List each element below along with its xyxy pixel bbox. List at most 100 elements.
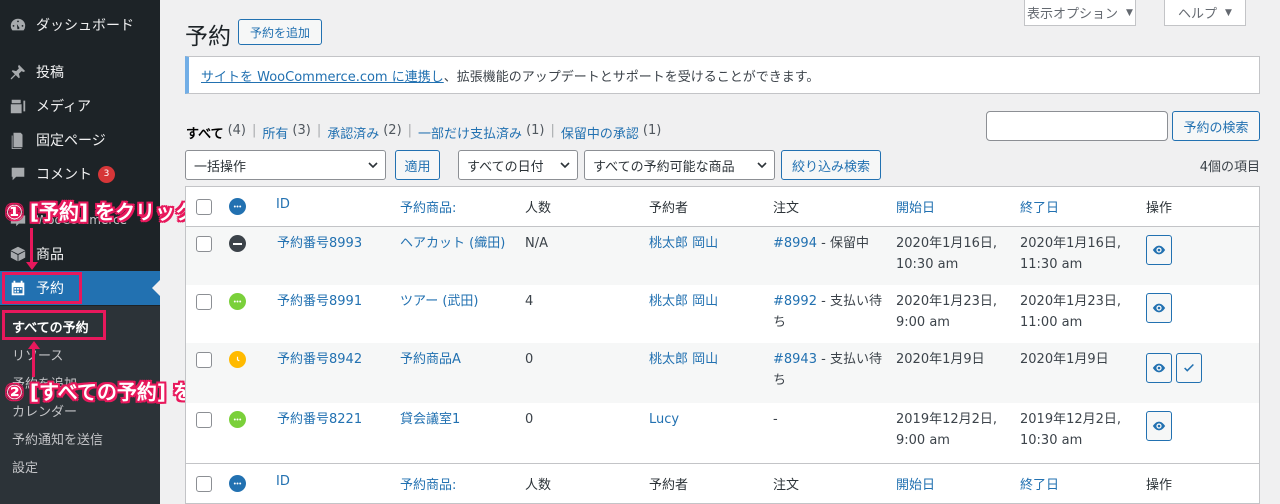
column-start-date[interactable]: 開始日	[896, 197, 935, 216]
order-link[interactable]: #8994	[773, 236, 817, 251]
eye-icon	[1152, 303, 1166, 313]
order-status: - 支払い待	[816, 352, 882, 367]
view-booking-button[interactable]	[1146, 353, 1172, 383]
booking-start: 2019年12月2日, 9:00 am	[896, 409, 997, 451]
status-header-icon	[229, 198, 246, 215]
booking-persons: 0	[525, 412, 534, 427]
menu-posts[interactable]: 投稿	[0, 55, 160, 89]
media-icon	[0, 97, 36, 115]
view-booking-button[interactable]	[1146, 411, 1172, 441]
booking-product-link[interactable]: ツアー (武田)	[400, 291, 479, 312]
help-tab[interactable]: ヘルプ ▼	[1164, 0, 1246, 26]
select-all-checkbox[interactable]	[196, 199, 212, 215]
table-header-row: ID 予約商品: 人数 予約者 注文 開始日 終了日 操作	[186, 187, 1259, 227]
row-checkbox[interactable]	[196, 236, 212, 252]
column-end-date[interactable]: 終了日	[1020, 474, 1059, 493]
booking-booker-link[interactable]: 桃太郎 岡山	[649, 349, 718, 370]
eye-icon	[1152, 245, 1166, 255]
chevron-down-icon	[368, 162, 378, 169]
column-persons: 人数	[525, 478, 552, 493]
status-views: すべて (4) | 所有 (3) | 承認済み (2) | 一部だけ支払済み (…	[186, 123, 662, 142]
view-owned[interactable]: 所有	[262, 123, 288, 142]
column-id[interactable]: ID	[276, 474, 290, 489]
column-actions: 操作	[1146, 478, 1173, 493]
menu-pages-label: 固定ページ	[36, 133, 106, 149]
checkmark-icon	[1184, 363, 1194, 372]
notice-text: 、拡張機能のアップデートとサポートを受けることができます。	[443, 69, 820, 85]
status-pending-icon	[229, 235, 246, 252]
caret-down-icon: ▼	[1225, 7, 1232, 18]
booking-id-link[interactable]: 予約番号8993	[277, 233, 362, 254]
booking-product-link[interactable]: 貸会議室1	[400, 409, 460, 430]
page-icon	[0, 131, 36, 149]
product-filter-select[interactable]: すべての予約可能な商品	[584, 150, 775, 180]
start-date: 2019年12月2日,	[896, 412, 998, 427]
view-partially-paid[interactable]: 一部だけ支払済み	[418, 123, 522, 142]
end-date: 2020年1月16日,	[1020, 236, 1122, 251]
bulk-action-select[interactable]: 一括操作	[185, 150, 386, 180]
view-all[interactable]: すべて	[186, 123, 224, 142]
menu-products[interactable]: 商品	[0, 237, 160, 271]
row-checkbox[interactable]	[196, 294, 212, 310]
end-time: 11:00 am	[1020, 315, 1083, 330]
select-all-checkbox-footer[interactable]	[196, 476, 212, 492]
booking-id-link[interactable]: 予約番号8221	[277, 409, 362, 430]
booking-product-link[interactable]: 予約商品A	[400, 349, 461, 370]
filter-button[interactable]: 絞り込み検索	[781, 150, 881, 180]
booking-booker-link[interactable]: 桃太郎 岡山	[649, 291, 718, 312]
menu-pages[interactable]: 固定ページ	[0, 123, 160, 157]
screen-options-tab[interactable]: 表示オプション ▼	[1024, 0, 1136, 26]
booking-id-link[interactable]: 予約番号8991	[277, 291, 362, 312]
end-date: 2020年1月23日,	[1020, 294, 1122, 309]
comment-count-badge: 3	[98, 165, 115, 183]
booking-booker-link[interactable]: 桃太郎 岡山	[649, 233, 718, 254]
booking-product-link[interactable]: ヘアカット (織田)	[400, 233, 505, 254]
column-actions: 操作	[1146, 201, 1173, 216]
submenu-settings[interactable]: 設定	[12, 452, 38, 480]
screen-options-label: 表示オプション	[1027, 7, 1119, 22]
caret-down-icon: ▼	[1126, 7, 1133, 18]
add-booking-button[interactable]: 予約を追加	[238, 19, 322, 45]
booking-end: 2019年12月2日, 10:30 am	[1020, 409, 1121, 451]
end-time: 11:30 am	[1020, 257, 1083, 272]
order-link[interactable]: #8943	[773, 352, 817, 367]
row-checkbox[interactable]	[196, 352, 212, 368]
booking-booker-link[interactable]: Lucy	[649, 409, 679, 430]
menu-dashboard[interactable]: ダッシュボード	[0, 8, 160, 42]
bookings-table: ID 予約商品: 人数 予約者 注文 開始日 終了日 操作 予約番号8993 ヘ…	[185, 186, 1260, 504]
start-time: 10:30 am	[896, 257, 959, 272]
dashboard-icon	[0, 16, 36, 34]
search-bookings-button[interactable]: 予約の検索	[1172, 111, 1260, 141]
annotation-arrow-2	[27, 341, 40, 349]
column-product[interactable]: 予約商品:	[400, 197, 456, 216]
view-pending[interactable]: 保留中の承認	[561, 123, 639, 142]
start-time: 9:00 am	[896, 433, 950, 448]
row-checkbox[interactable]	[196, 412, 212, 428]
connect-woocommerce-link[interactable]: サイトを WooCommerce.com に連携し	[201, 66, 444, 85]
end-date: 2019年12月2日,	[1020, 412, 1122, 427]
booking-search-input[interactable]	[986, 111, 1168, 141]
column-id[interactable]: ID	[276, 197, 290, 212]
view-booking-button[interactable]	[1146, 293, 1172, 323]
apply-button[interactable]: 適用	[395, 150, 440, 180]
column-order: 注文	[773, 201, 800, 216]
view-booking-button[interactable]	[1146, 235, 1172, 265]
table-row: 予約番号8991 ツアー (武田) 4 桃太郎 岡山 #8992 - 支払い待ち…	[186, 285, 1259, 343]
menu-dashboard-label: ダッシュボード	[36, 18, 134, 34]
view-confirmed[interactable]: 承認済み	[327, 123, 379, 142]
submenu-send-notification[interactable]: 予約通知を送信	[12, 424, 103, 452]
menu-comments[interactable]: コメント 3	[0, 157, 160, 191]
order-link[interactable]: #8992	[773, 294, 817, 309]
menu-media[interactable]: メディア	[0, 89, 160, 123]
annotation-box-all-bookings	[2, 310, 106, 340]
column-start-date[interactable]: 開始日	[896, 474, 935, 493]
chevron-down-icon	[757, 162, 767, 169]
confirm-booking-button[interactable]	[1176, 353, 1202, 383]
date-filter-select[interactable]: すべての日付	[458, 150, 578, 180]
view-owned-count: (3)	[292, 123, 311, 138]
booking-id-link[interactable]: 予約番号8942	[277, 349, 362, 370]
item-count: 4個の項目	[1199, 160, 1260, 175]
annotation-line-1	[30, 228, 33, 262]
column-product[interactable]: 予約商品:	[400, 474, 456, 493]
column-end-date[interactable]: 終了日	[1020, 197, 1059, 216]
